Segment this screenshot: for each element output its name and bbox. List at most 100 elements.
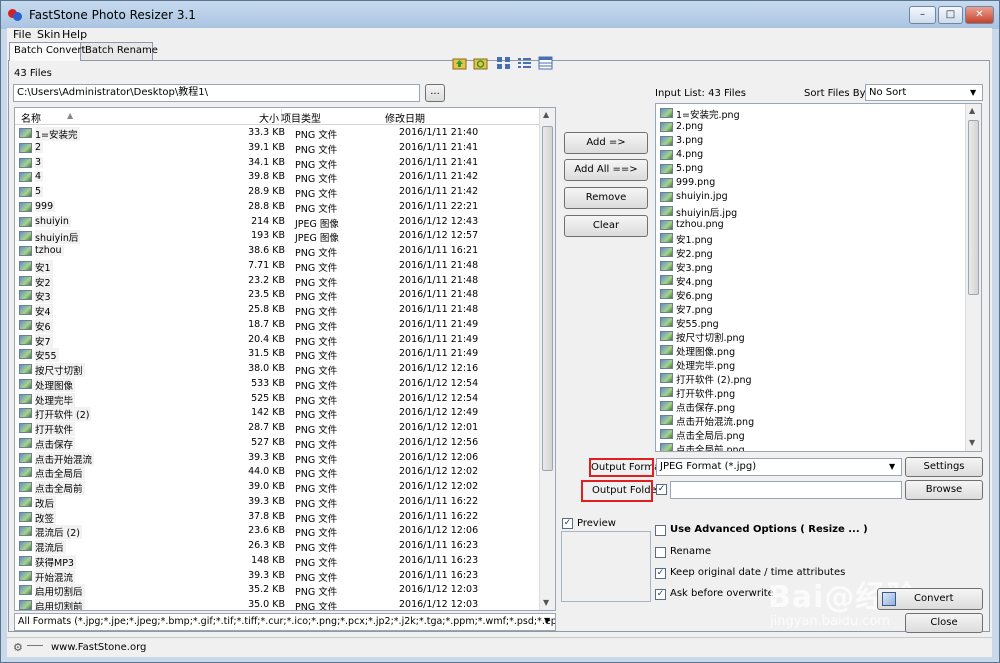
ask-overwrite-checkbox[interactable]: ✓	[655, 589, 666, 600]
input-file-list[interactable]: 1=安装完.png 2.png 3.png 4.png 5.png 999.png shui…	[655, 103, 982, 452]
input-scroll-up-icon[interactable]: ▲	[969, 106, 975, 115]
add-all-button[interactable]: Add All ==>	[564, 159, 648, 181]
file-row[interactable]: 安4 25.8 KB PNG 文件 2016/1/11 21:48	[15, 303, 539, 318]
file-row[interactable]: 4 39.8 KB PNG 文件 2016/1/11 21:42	[15, 170, 539, 185]
file-row[interactable]: 开始混流 39.3 KB PNG 文件 2016/1/11 16:23	[15, 569, 539, 584]
browse-path-button[interactable]: ...	[425, 84, 445, 102]
column-size-header[interactable]: 大小	[259, 110, 279, 125]
file-row[interactable]: 处理完毕 525 KB PNG 文件 2016/1/12 12:54	[15, 392, 539, 407]
file-row[interactable]: 3 34.1 KB PNG 文件 2016/1/11 21:41	[15, 156, 539, 171]
file-row[interactable]: 点击全局前 39.0 KB PNG 文件 2016/1/12 12:02	[15, 480, 539, 495]
filter-dropdown-icon[interactable]: ▼	[544, 616, 550, 625]
keep-date-checkbox[interactable]: ✓	[655, 568, 666, 579]
input-list-item[interactable]: 处理图像.png	[656, 343, 966, 358]
input-list-item[interactable]: 安2.png	[656, 245, 966, 260]
title-bar[interactable]: FastStone Photo Resizer 3.1 – □ ✕	[1, 1, 999, 29]
folder-up-icon[interactable]	[452, 56, 467, 70]
preview-checkbox[interactable]: ✓	[562, 518, 573, 529]
convert-button[interactable]: Convert	[877, 588, 983, 610]
file-row[interactable]: 安1 7.71 KB PNG 文件 2016/1/11 21:48	[15, 259, 539, 274]
input-list-item[interactable]: 点击全局后.png	[656, 427, 966, 442]
column-name-header[interactable]: 名称	[21, 110, 41, 125]
input-list-item[interactable]: tzhou.png	[656, 218, 966, 232]
column-type-header[interactable]: 项目类型	[281, 110, 321, 125]
input-list-item[interactable]: 点击保存.png	[656, 399, 966, 414]
file-row[interactable]: shuiyin 214 KB JPEG 图像 2016/1/12 12:43	[15, 215, 539, 230]
output-folder-input[interactable]	[670, 481, 902, 499]
input-list-item[interactable]: 安55.png	[656, 315, 966, 330]
file-row[interactable]: 启用切割后 35.2 KB PNG 文件 2016/1/12 12:03	[15, 583, 539, 599]
input-list-item[interactable]: 4.png	[656, 148, 966, 162]
input-list-item[interactable]: 安6.png	[656, 287, 966, 302]
settings-button[interactable]: Settings	[905, 457, 983, 477]
input-list-item[interactable]: 按尺寸切割.png	[656, 329, 966, 344]
input-list-item[interactable]: 打开软件 (2).png	[656, 371, 966, 386]
browse-button[interactable]: Browse	[905, 480, 983, 500]
maximize-button[interactable]: □	[938, 6, 963, 24]
input-list-item[interactable]: 5.png	[656, 162, 966, 176]
file-row[interactable]: 打开软件 28.7 KB PNG 文件 2016/1/12 12:01	[15, 421, 539, 436]
input-list-item[interactable]: 安3.png	[656, 259, 966, 274]
format-filter-select[interactable]: All Formats (*.jpg;*.jpe;*.jpeg;*.bmp;*.…	[14, 613, 556, 631]
file-row[interactable]: 点击保存 527 KB PNG 文件 2016/1/12 12:56	[15, 436, 539, 451]
menu-help[interactable]: Help	[62, 28, 87, 41]
sort-files-select[interactable]: No Sort	[865, 84, 983, 101]
file-row[interactable]: 安6 18.7 KB PNG 文件 2016/1/11 21:49	[15, 318, 539, 333]
input-list-scrollbar[interactable]: ▲ ▼	[965, 104, 981, 451]
advanced-options-checkbox[interactable]	[655, 525, 666, 536]
input-scroll-down-icon[interactable]: ▼	[969, 438, 975, 447]
folder-path-input[interactable]: C:\Users\Administrator\Desktop\教程1\	[13, 84, 420, 102]
format-dropdown-icon[interactable]: ▼	[889, 462, 895, 471]
file-row[interactable]: shuiyin后 193 KB JPEG 图像 2016/1/12 12:57	[15, 229, 539, 245]
input-list-item[interactable]: shuiyin后.jpg	[656, 204, 966, 219]
details-view-icon[interactable]	[538, 56, 553, 70]
file-row[interactable]: 改后 39.3 KB PNG 文件 2016/1/11 16:22	[15, 495, 539, 510]
file-row[interactable]: 按尺寸切割 38.0 KB PNG 文件 2016/1/12 12:16	[15, 362, 539, 377]
tab-batch-convert[interactable]: Batch Convert	[9, 42, 85, 61]
add-button[interactable]: Add =>	[564, 132, 648, 154]
sort-dropdown-icon[interactable]: ▼	[970, 88, 976, 97]
file-list-scroll-thumb[interactable]	[542, 126, 553, 471]
refresh-folder-icon[interactable]	[473, 56, 488, 70]
input-list-item[interactable]: 2.png	[656, 120, 966, 134]
clear-button[interactable]: Clear	[564, 215, 648, 237]
remove-button[interactable]: Remove	[564, 187, 648, 209]
tab-batch-rename[interactable]: Batch Rename	[80, 42, 158, 60]
file-row[interactable]: tzhou 38.6 KB PNG 文件 2016/1/11 16:21	[15, 244, 539, 259]
input-list-item[interactable]: 打开软件.png	[656, 385, 966, 400]
file-list-scrollbar[interactable]: ▲ ▼	[539, 108, 555, 610]
file-row[interactable]: 安2 23.2 KB PNG 文件 2016/1/11 21:48	[15, 274, 539, 289]
input-list-scroll-thumb[interactable]	[968, 120, 979, 295]
input-list-item[interactable]: 999.png	[656, 176, 966, 190]
close-button[interactable]: Close	[905, 613, 983, 633]
file-row[interactable]: 点击全局后 44.0 KB PNG 文件 2016/1/12 12:02	[15, 465, 539, 481]
file-row[interactable]: 1=安装完 33.3 KB PNG 文件 2016/1/11 21:40	[15, 126, 539, 141]
menu-file[interactable]: File	[13, 28, 31, 41]
input-list-item[interactable]: 安4.png	[656, 273, 966, 288]
input-list-item[interactable]: 安1.png	[656, 231, 966, 246]
file-row[interactable]: 获得MP3 148 KB PNG 文件 2016/1/11 16:23	[15, 554, 539, 569]
input-list-item[interactable]: 处理完毕.png	[656, 357, 966, 372]
file-row[interactable]: 处理图像 533 KB PNG 文件 2016/1/12 12:54	[15, 377, 539, 392]
advanced-options-label[interactable]: Use Advanced Options ( Resize ... )	[670, 524, 868, 535]
file-row[interactable]: 改签 37.8 KB PNG 文件 2016/1/11 16:22	[15, 510, 539, 525]
file-row[interactable]: 混流后 26.3 KB PNG 文件 2016/1/11 16:23	[15, 539, 539, 554]
file-row[interactable]: 安55 31.5 KB PNG 文件 2016/1/11 21:49	[15, 347, 539, 363]
file-row[interactable]: 999 28.8 KB PNG 文件 2016/1/11 22:21	[15, 200, 539, 215]
menu-skin[interactable]: Skin	[37, 28, 60, 41]
input-list-item[interactable]: 点击全局前.png	[656, 441, 966, 451]
file-row[interactable]: 5 28.9 KB PNG 文件 2016/1/11 21:42	[15, 185, 539, 200]
file-row[interactable]: 安3 23.5 KB PNG 文件 2016/1/11 21:48	[15, 288, 539, 304]
input-list-item[interactable]: shuiyin.jpg	[656, 190, 966, 204]
input-list-item[interactable]: 安7.png	[656, 301, 966, 316]
rename-checkbox[interactable]	[655, 547, 666, 558]
file-row[interactable]: 打开软件 (2) 142 KB PNG 文件 2016/1/12 12:49	[15, 406, 539, 422]
column-date-header[interactable]: 修改日期	[385, 110, 425, 125]
file-row[interactable]: 2 39.1 KB PNG 文件 2016/1/11 21:41	[15, 141, 539, 156]
file-row[interactable]: 启用切割前 35.0 KB PNG 文件 2016/1/12 12:03	[15, 598, 539, 610]
output-folder-checkbox[interactable]: ✓	[656, 484, 667, 495]
output-format-select[interactable]: JPEG Format (*.jpg)	[656, 458, 902, 476]
file-browser-list[interactable]: 名称 ▲ 大小 项目类型 修改日期 1=安装完 33.3 KB PNG 文件 2016…	[14, 107, 556, 611]
file-row[interactable]: 混流后 (2) 23.6 KB PNG 文件 2016/1/12 12:06	[15, 524, 539, 540]
scroll-down-icon[interactable]: ▼	[543, 598, 549, 607]
